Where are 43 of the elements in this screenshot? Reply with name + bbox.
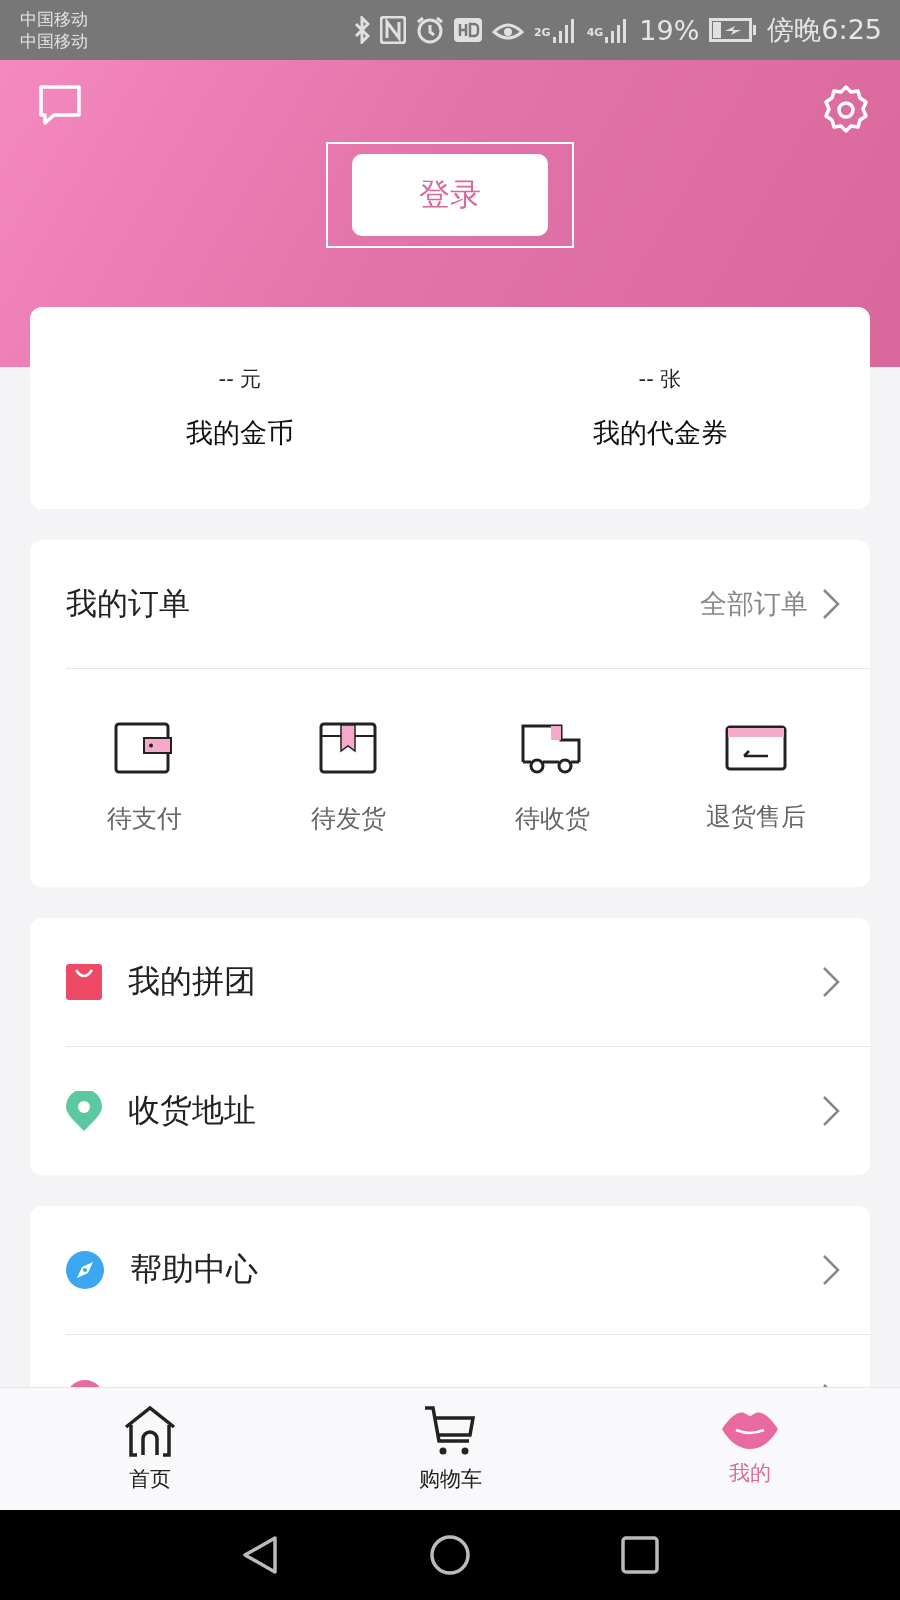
wallet-icon (114, 721, 174, 774)
chevron-right-icon (822, 1254, 840, 1286)
order-status-button[interactable]: 待支付 (42, 720, 246, 836)
bluetooth-icon (353, 16, 370, 44)
all-orders-link[interactable]: 全部订单 (700, 586, 840, 622)
alarm-icon (415, 16, 444, 44)
signal-icon (552, 17, 577, 43)
asset-value: -- 张 (638, 366, 682, 393)
chevron-right-icon (822, 1095, 840, 1127)
section-title: 我的订单 (66, 584, 190, 623)
asset-value: -- 元 (218, 366, 262, 393)
bag-icon (66, 964, 102, 1000)
card-icon (724, 723, 788, 772)
network-type: 2G (533, 26, 551, 39)
chevron-right-icon (822, 966, 840, 998)
tab[interactable]: 首页 (0, 1388, 300, 1510)
location-pin-icon (66, 1091, 102, 1131)
hd-icon (453, 18, 482, 42)
home-button-icon[interactable] (429, 1534, 471, 1576)
network-type: 4G (586, 26, 604, 39)
box-icon (319, 721, 377, 774)
asset-label[interactable]: 我的金币 (186, 415, 294, 451)
clock-time: 傍晚6:25 (767, 13, 882, 47)
menu-item[interactable]: 收货地址 (128, 1089, 796, 1133)
order-status-button[interactable]: 退货售后 (654, 722, 858, 834)
menu-item[interactable]: 帮助中心 (130, 1248, 796, 1292)
back-icon[interactable] (241, 1535, 279, 1575)
carrier-name: 中国移动 (20, 31, 88, 51)
recents-icon[interactable] (621, 1536, 659, 1574)
order-status-button[interactable]: 待发货 (246, 720, 450, 836)
menu-item[interactable]: 我的拼团 (128, 960, 796, 1004)
compass-icon (66, 1251, 104, 1289)
tab[interactable]: 购物车 (300, 1388, 600, 1510)
home-icon (123, 1405, 177, 1457)
chevron-right-icon (822, 588, 840, 620)
cart-icon (423, 1405, 477, 1457)
nfc-icon (379, 16, 406, 44)
carrier-name: 中国移动 (20, 9, 88, 29)
order-status-button[interactable]: 待收货 (450, 720, 654, 836)
battery-percent: 19% (639, 14, 700, 46)
lips-icon (722, 1411, 778, 1451)
asset-label[interactable]: 我的代金券 (592, 415, 728, 451)
battery-charging-icon (709, 18, 758, 42)
